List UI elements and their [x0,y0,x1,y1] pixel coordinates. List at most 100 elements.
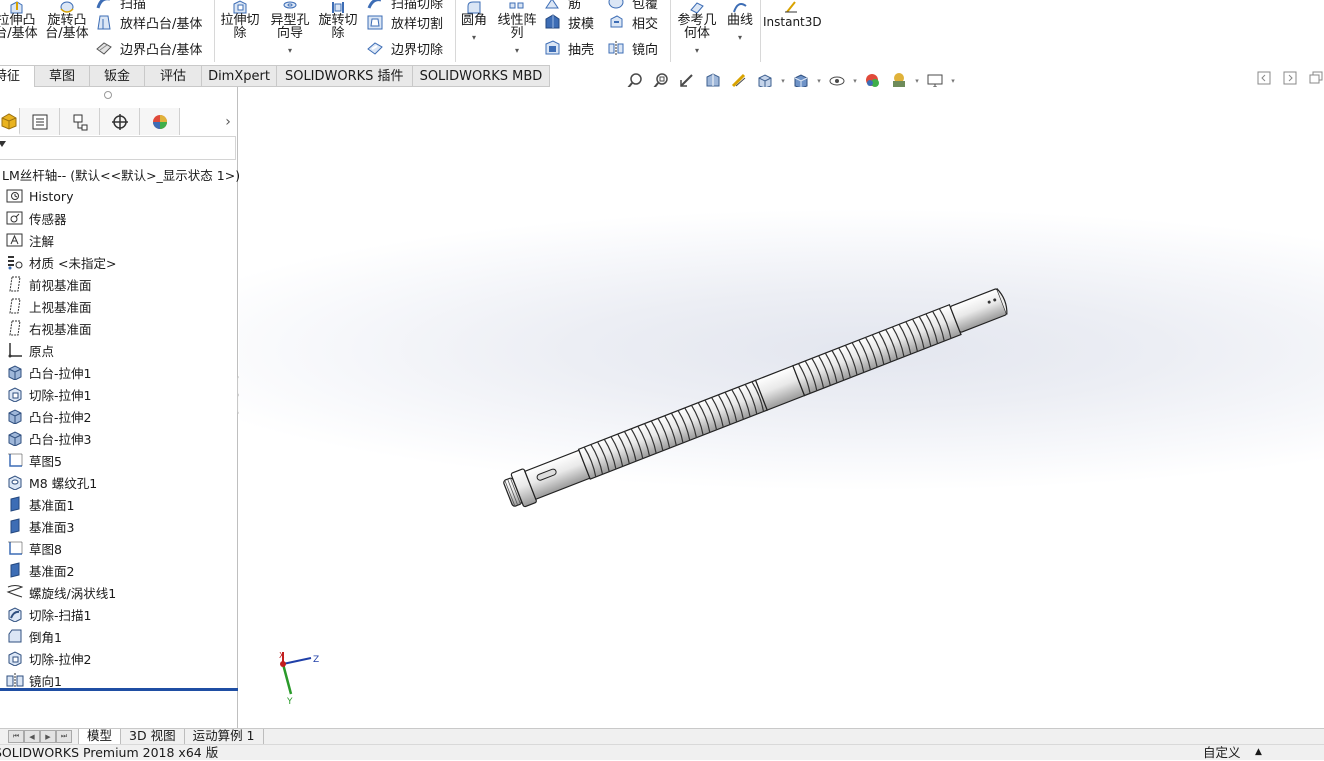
tree-item-label: 切除-拉伸2 [29,651,92,667]
lead-screw-model[interactable] [239,87,1324,728]
tree-item[interactable]: 注解 [0,229,238,251]
boss-extrude-button[interactable]: 拉伸凸 台/基体 [0,0,40,40]
display-style-dropdown[interactable]: ▾ [814,77,824,85]
collapse-right-icon[interactable] [1282,71,1298,85]
tree-root-part[interactable]: LM丝杆轴-- (默认<<默认>_显示状态 1>) [0,163,240,185]
tab-features[interactable]: 特征 [0,65,36,87]
tab-sheet-metal[interactable]: 钣金 [90,65,146,87]
fillet-button[interactable]: 圆角 ▾ [456,0,492,44]
tree-item[interactable]: 前视基准面 [0,273,238,295]
fillet-icon [466,0,482,14]
tab-configuration-manager[interactable] [60,108,100,135]
tab-dimxpert-manager[interactable] [100,108,140,135]
boundary-boss-button[interactable]: 边界凸台/基体 [95,38,202,58]
tab-3d-views[interactable]: 3D 视图 [121,729,185,744]
tree-item[interactable]: 切除-拉伸1 [0,383,238,405]
plane-icon [5,319,25,337]
boundary-cut-button[interactable]: 边界切除 [366,38,443,58]
view-orientation-dropdown[interactable]: ▾ [778,77,788,85]
tab-dimxpert[interactable]: DimXpert [202,65,277,87]
rib-button[interactable]: 筋 [543,0,581,12]
extruded-cut-icon [232,0,248,14]
tree-item[interactable]: History [0,185,238,207]
tab-solidworks-addins[interactable]: SOLIDWORKS 插件 [276,65,413,87]
tree-item[interactable]: 基准面1 [0,493,238,515]
previous-tab-button[interactable]: ◀ [24,730,40,743]
tree-item[interactable]: 切除-扫描1 [0,603,238,625]
curves-button[interactable]: 曲线 ▾ [722,0,758,44]
sketch-icon [5,539,25,557]
intersect-button[interactable]: 相交 [607,12,658,32]
linear-pattern-dropdown[interactable]: ▾ [494,44,540,57]
extruded-cut-button[interactable]: 拉伸切 除 [217,0,263,40]
tree-item[interactable]: 草图8 [0,537,238,559]
tree-item[interactable]: 右视基准面 [0,317,238,339]
wrap-button[interactable]: 包覆 [607,0,658,12]
tab-evaluate[interactable]: 评估 [145,65,203,87]
panel-grip-handle[interactable] [104,91,112,99]
apply-scene-dropdown[interactable]: ▾ [912,77,922,85]
revolve-boss-button[interactable]: 旋转凸 台/基体 [43,0,91,40]
tree-item[interactable]: 上视基准面 [0,295,238,317]
tree-item[interactable]: 切除-拉伸2 [0,647,238,669]
tab-sketch[interactable]: 草图 [35,65,91,87]
tab-motion-study-1[interactable]: 运动算例 1 [185,729,264,744]
tab-display-manager[interactable] [140,108,180,135]
lofted-cut-button[interactable]: 放样切割 [366,12,443,32]
reference-geometry-button[interactable]: 参考几 何体 ▾ [673,0,721,57]
tree-item[interactable]: 草图5 [0,449,238,471]
linear-pattern-button[interactable]: 线性阵 列 ▾ [494,0,540,57]
tree-item[interactable]: 基准面2 [0,559,238,581]
tree-item[interactable]: 凸台-拉伸3 [0,427,238,449]
ref-plane-icon [5,495,25,513]
shell-button[interactable]: 抽壳 [543,38,594,58]
unit-system-button[interactable]: 自定义 [1203,745,1241,761]
loft-boss-icon [95,13,113,31]
collapse-left-icon[interactable] [1256,71,1272,85]
first-tab-button[interactable]: ⏮ [8,730,24,743]
ref-plane-icon [5,561,25,579]
tab-solidworks-mbd[interactable]: SOLIDWORKS MBD [412,65,551,87]
tab-feature-manager[interactable] [0,108,20,135]
tree-item[interactable]: 基准面3 [0,515,238,537]
restore-window-icon[interactable] [1308,71,1324,85]
hole-wizard-dropdown[interactable]: ▾ [266,44,314,57]
tree-item[interactable]: 螺旋线/涡状线1 [0,581,238,603]
mirror-button[interactable]: 镜向 [607,38,658,58]
view-settings-dropdown[interactable]: ▾ [948,77,958,85]
tree-item[interactable]: 凸台-拉伸2 [0,405,238,427]
intersect-icon [607,13,625,31]
swept-cut-button[interactable]: 扫描切除 [366,0,443,12]
mirror-icon [607,39,625,57]
unit-system-caret-icon[interactable]: ▲ [1255,744,1262,760]
last-tab-button[interactable]: ⏭ [56,730,72,743]
tree-item[interactable]: 凸台-拉伸1 [0,361,238,383]
tree-item[interactable]: M8 螺纹孔1 [0,471,238,493]
tree-item[interactable]: 传感器 [0,207,238,229]
tree-item[interactable]: 原点 [0,339,238,361]
loft-boss-button[interactable]: 放样凸台/基体 [95,12,202,32]
manager-tabs-scroll-right[interactable]: › [218,108,238,135]
hide-show-items-dropdown[interactable]: ▾ [850,77,860,85]
boss-extrude-icon [5,407,25,425]
instant3d-icon [783,0,799,14]
hole-wizard-button[interactable]: 异型孔 向导 ▾ [266,0,314,57]
swept-boss-button[interactable]: 扫描 [95,0,146,12]
reference-geometry-dropdown[interactable]: ▾ [673,44,721,57]
draft-button[interactable]: 拔模 [543,12,594,32]
graphics-viewport[interactable]: Z X Y [239,87,1324,728]
next-tab-button[interactable]: ▶ [40,730,56,743]
draft-icon [543,13,561,31]
tree-item[interactable]: 倒角1 [0,625,238,647]
rollback-bar[interactable] [0,688,238,691]
tree-filter-bar[interactable] [0,136,236,160]
boss-extrude-icon [8,0,24,14]
tab-property-manager[interactable] [20,108,60,135]
tab-model[interactable]: 模型 [78,729,122,744]
plane-icon [5,297,25,315]
instant3d-button[interactable]: Instant3D [763,0,822,29]
revolved-cut-button[interactable]: 旋转切 除 [315,0,361,40]
curves-dropdown[interactable]: ▾ [722,31,758,44]
tree-item[interactable]: 材质 <未指定> [0,251,238,273]
fillet-dropdown[interactable]: ▾ [456,31,492,44]
